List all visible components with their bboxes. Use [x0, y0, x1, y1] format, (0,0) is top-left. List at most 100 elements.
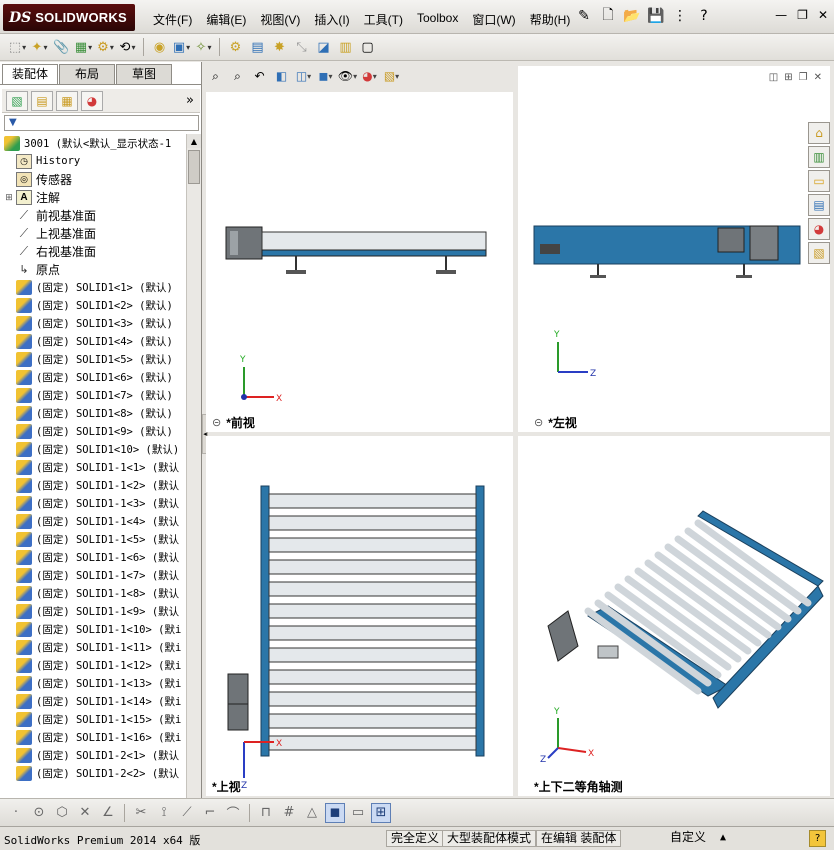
tree-component-row[interactable]: (固定) SOLID1-1<7> (默认: [2, 566, 186, 584]
tree-component-row[interactable]: (固定) SOLID1-1<12> (默i: [2, 656, 186, 674]
minimize-icon[interactable]: —: [775, 8, 787, 22]
tree-item-history[interactable]: ◷ History: [2, 152, 186, 170]
link-views-icon[interactable]: ⊞: [784, 72, 792, 83]
restore-icon[interactable]: ❐: [797, 8, 808, 22]
tree-component-row[interactable]: (固定) SOLID1-1<10> (默i: [2, 620, 186, 638]
hide-show-items-icon[interactable]: 👁: [338, 67, 357, 85]
solidworks-resources-icon[interactable]: ⌂: [808, 122, 830, 144]
unit-system-selector[interactable]: 自定义: [666, 830, 710, 847]
exploded-view-icon[interactable]: ✸: [270, 38, 289, 57]
solidworks-logo[interactable]: DS SOLIDWORKS: [3, 4, 135, 31]
mate-icon[interactable]: 📎: [52, 38, 71, 57]
point-icon[interactable]: ·: [6, 803, 26, 823]
expand-plus-icon[interactable]: ⊞: [4, 192, 14, 203]
tree-component-row[interactable]: (固定) SOLID1-2<1> (默认: [2, 746, 186, 764]
explode-line-icon[interactable]: ⤡: [292, 38, 311, 57]
insert-component-icon[interactable]: ⬚: [8, 38, 27, 57]
file-explorer-icon[interactable]: ▭: [808, 170, 830, 192]
tree-filter[interactable]: ▼: [4, 115, 199, 131]
tree-item-sensors[interactable]: ◎ 传感器: [2, 170, 186, 188]
menu-insert[interactable]: 插入(I): [307, 9, 356, 30]
chevron-right-icon[interactable]: »: [186, 93, 194, 108]
extend-icon[interactable]: ⟟: [154, 803, 174, 823]
close-view-icon[interactable]: ✕: [814, 72, 822, 83]
polygon-icon[interactable]: ⬡: [52, 803, 72, 823]
menu-tools[interactable]: 工具(T): [357, 9, 410, 30]
show-hidden-icon[interactable]: ◉: [150, 38, 169, 57]
fillet-icon[interactable]: ⌒: [223, 803, 243, 823]
tree-component-row[interactable]: (固定) SOLID1<2> (默认): [2, 296, 186, 314]
tree-component-row[interactable]: (固定) SOLID1-1<6> (默认: [2, 548, 186, 566]
save-icon[interactable]: 💾: [646, 6, 666, 26]
take-snapshot-icon[interactable]: ▢: [358, 38, 377, 57]
grid-icon[interactable]: #: [279, 803, 299, 823]
menu-file[interactable]: 文件(F): [146, 9, 199, 30]
tree-item-annotations[interactable]: ⊞ A 注解: [2, 188, 186, 206]
tree-component-row[interactable]: (固定) SOLID1-1<5> (默认: [2, 530, 186, 548]
tree-component-row[interactable]: (固定) SOLID1-1<14> (默i: [2, 692, 186, 710]
tree-component-row[interactable]: (固定) SOLID1<7> (默认): [2, 386, 186, 404]
menu-edit[interactable]: 编辑(E): [199, 9, 253, 30]
scroll-thumb[interactable]: [188, 150, 200, 184]
assembly-features-icon[interactable]: ▣: [172, 38, 191, 57]
new-document-icon[interactable]: 🗋: [598, 6, 618, 26]
tree-component-row[interactable]: (固定) SOLID1-2<2> (默认: [2, 764, 186, 782]
menu-view[interactable]: 视图(V): [253, 9, 307, 30]
display-style-icon[interactable]: ◼: [316, 67, 335, 85]
tree-component-row[interactable]: (固定) SOLID1<4> (默认): [2, 332, 186, 350]
apply-scene-icon[interactable]: ▧: [382, 67, 401, 85]
restore-view-icon[interactable]: ❐: [799, 72, 808, 83]
tile-icon[interactable]: ◫: [769, 72, 778, 83]
reference-geometry-icon[interactable]: ✧: [194, 38, 213, 57]
triangle-icon[interactable]: △: [302, 803, 322, 823]
tree-component-row[interactable]: (固定) SOLID1<9> (默认): [2, 422, 186, 440]
linear-pattern-icon[interactable]: ▦: [74, 38, 93, 57]
help-icon[interactable]: ?: [694, 6, 714, 26]
new-part-icon[interactable]: ✦: [30, 38, 49, 57]
tree-component-row[interactable]: (固定) SOLID1-1<3> (默认: [2, 494, 186, 512]
options-icon[interactable]: ⋮: [670, 6, 690, 26]
trim-icon[interactable]: ✂: [131, 803, 151, 823]
tree-component-row[interactable]: (固定) SOLID1<8> (默认): [2, 404, 186, 422]
tree-component-row[interactable]: (固定) SOLID1-1<16> (默i: [2, 728, 186, 746]
viewport-left[interactable]: Y Z ◫ ⊞ ❐ ✕ ⊝ *左视: [518, 66, 830, 432]
menu-window[interactable]: 窗口(W): [465, 9, 522, 30]
view-palette-icon[interactable]: ▤: [808, 194, 830, 216]
displaymanager-icon[interactable]: ◕: [81, 90, 103, 111]
tab-sketch[interactable]: 草图: [116, 64, 172, 84]
tree-item-front-plane[interactable]: ⟋ 前视基准面: [2, 206, 186, 224]
custom-properties-icon[interactable]: ▧: [808, 242, 830, 264]
appearances-icon[interactable]: ◕: [808, 218, 830, 240]
tree-component-row[interactable]: (固定) SOLID1-1<11> (默i: [2, 638, 186, 656]
tree-component-row[interactable]: (固定) SOLID1<5> (默认): [2, 350, 186, 368]
tree-component-row[interactable]: (固定) SOLID1<10> (默认): [2, 440, 186, 458]
chevron-up-icon[interactable]: ▲: [720, 832, 726, 843]
configurationmanager-icon[interactable]: ▦: [56, 90, 78, 111]
circle-icon[interactable]: ⊙: [29, 803, 49, 823]
dimension-icon[interactable]: ⊓: [256, 803, 276, 823]
tree-component-row[interactable]: (固定) SOLID1<6> (默认): [2, 368, 186, 386]
tree-root-assembly[interactable]: 3001 (默认<默认_显示状态-1: [2, 134, 186, 152]
instant3d-icon[interactable]: ◪: [314, 38, 333, 57]
edit-appearance-icon[interactable]: ◕: [360, 67, 379, 85]
tree-component-row[interactable]: (固定) SOLID1-1<1> (默认: [2, 458, 186, 476]
section-view-icon[interactable]: ◧: [272, 67, 291, 85]
design-library-icon[interactable]: ▥: [808, 146, 830, 168]
angle-icon[interactable]: ∠: [98, 803, 118, 823]
previous-view-icon[interactable]: ↶: [250, 67, 269, 85]
bill-of-materials-icon[interactable]: ▤: [248, 38, 267, 57]
open-folder-icon[interactable]: 📂: [622, 6, 642, 26]
menu-toolbox[interactable]: Toolbox: [410, 9, 465, 30]
tree-item-origin[interactable]: ↳ 原点: [2, 260, 186, 278]
tree-component-row[interactable]: (固定) SOLID1-1<4> (默认: [2, 512, 186, 530]
tab-assembly[interactable]: 装配体: [2, 64, 58, 84]
tab-layout[interactable]: 布局: [59, 64, 115, 84]
propertymanager-icon[interactable]: ▤: [31, 90, 53, 111]
scroll-up-icon[interactable]: ▲: [187, 134, 201, 148]
viewport-front[interactable]: Y X ⊝ *前视: [206, 92, 513, 432]
four-view-icon[interactable]: ⊞: [371, 802, 391, 823]
shaded-edges-icon[interactable]: ◼: [325, 802, 345, 823]
offset-icon[interactable]: ⟋: [177, 803, 197, 823]
corner-icon[interactable]: ⌐: [200, 803, 220, 823]
cross-icon[interactable]: ✕: [75, 803, 95, 823]
